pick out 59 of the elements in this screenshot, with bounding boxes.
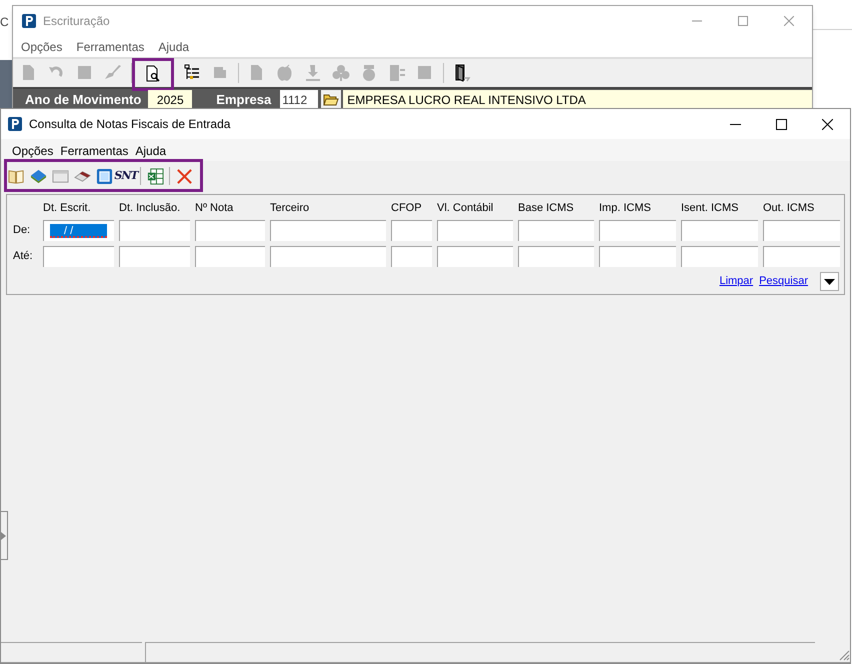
input-field[interactable] [437,246,513,267]
column-label: Base ICMS [518,201,575,215]
open-folder-icon[interactable] [321,90,342,110]
input-field[interactable] [43,246,114,267]
input-field[interactable] [681,220,758,241]
dropdown-button[interactable] [820,272,839,291]
window-title: Escrituração [43,13,110,30]
row-label: De: [12,223,32,238]
input-field[interactable] [270,246,386,267]
column-label: CFOP [391,201,423,215]
row-label: Até: [12,249,34,264]
expand-arrow-icon[interactable] [1,532,6,540]
column-label: Isent. ICMS [681,201,740,215]
column-label: Nº Nota [195,201,234,215]
field-label: Empresa [216,90,272,109]
company-name-field[interactable]: EMPRESA LUCRO REAL INTENSIVO LTDA [343,90,812,110]
menu-item[interactable]: Opções [12,142,54,160]
input-field[interactable] [518,246,594,267]
input-field[interactable] [391,246,432,267]
caret-icon[interactable] [824,278,835,284]
menu-item[interactable]: Ferramentas [60,142,128,160]
input-field[interactable] [270,220,386,241]
column-label: Dt. Escrit. [43,201,92,215]
column-label: Terceiro [270,201,310,215]
input-field[interactable] [763,246,840,267]
year-field[interactable]: 2025 [148,90,192,110]
app-logo-icon [22,14,36,28]
window-background [0,60,12,108]
input-field[interactable] [763,220,840,241]
menu-item[interactable]: Ajuda [158,38,190,56]
input-field[interactable] [518,220,594,241]
close-icon[interactable] [822,118,832,130]
input-field[interactable] [437,220,513,241]
link[interactable]: Pesquisar [759,273,808,290]
input-field[interactable] [391,220,432,241]
maximize-icon[interactable] [776,118,786,130]
input-field[interactable] [599,246,676,267]
column-label: Imp. ICMS [599,201,652,215]
logo-button[interactable]: SNT [115,165,137,187]
window-title: Consulta de Notas Fiscais de Entrada [29,116,230,133]
column-label: Out. ICMS [763,201,816,215]
input-field[interactable] [681,246,758,267]
menu-item[interactable]: Opções [21,38,62,56]
input-field[interactable] [119,246,190,267]
menu-item[interactable]: Ferramentas [76,38,144,56]
menu-item[interactable]: Ajuda [135,142,166,160]
input-field[interactable] [195,220,265,241]
window-title: C [0,14,9,31]
link[interactable]: Limpar [719,273,754,290]
input-field[interactable] [599,220,676,241]
app-logo-icon [8,117,22,131]
field-label: Ano de Movimento [25,90,142,109]
side-panel-tab[interactable] [1,511,8,560]
input-field[interactable] [195,246,265,267]
input-field[interactable]: / / [43,220,114,241]
input-field[interactable] [119,220,190,241]
column-label: Dt. Inclusão. [119,201,182,215]
column-label: Vl. Contábil [437,201,494,215]
company-code-field[interactable]: 1112 [280,90,318,110]
